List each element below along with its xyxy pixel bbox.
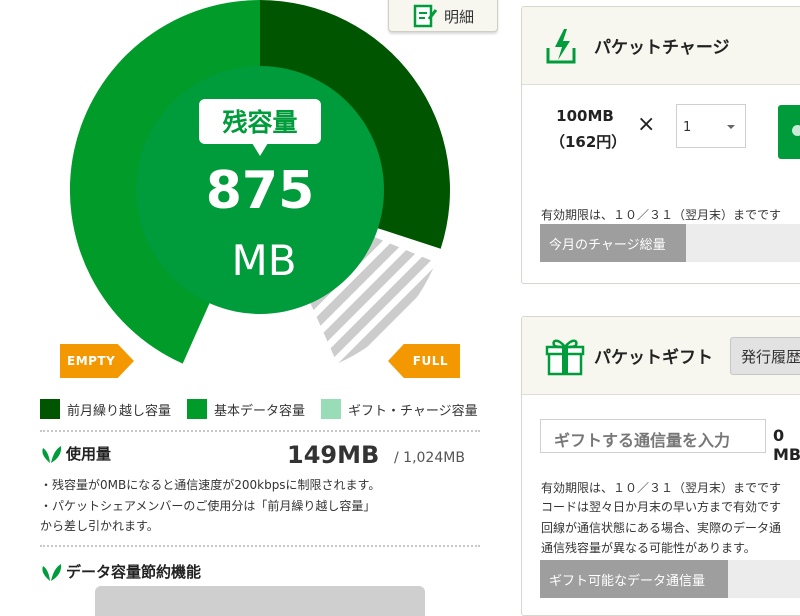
remaining-capacity-gauge: 残容量 875 MB EMPTY FULL [0,0,520,390]
usage-note: から差し引かれます。 [40,519,159,533]
gauge-title: 残容量 [222,108,297,137]
legend-item-basic: 基本データ容量 [187,399,305,419]
saving-section-title: データ容量節約機能 [40,561,201,582]
legend-label: 前月繰り越し容量 [67,403,172,419]
legend-item-gift: ギフト・チャージ容量 [321,399,478,419]
leaf-icon [42,445,62,463]
usage-note: ・パケットシェアメンバーのご使用分は「前月繰り越し容量」 [40,499,376,513]
times-symbol: × [637,112,656,137]
gauge-ring: 残容量 875 MB [69,0,450,364]
legend-swatch [321,399,342,419]
legend-item-carryover: 前月繰り越し容量 [40,399,171,419]
charge-amount-mb: 100MB [556,107,614,125]
charge-total-label: 今月のチャージ総量 [540,224,686,262]
chevron-down-icon [727,125,735,129]
usage-value: 149MB [287,441,380,469]
divider [40,545,480,547]
gift-note: 通信残容量が異なる可能性があります。 [541,541,756,555]
usage-title: 使用量 [66,445,112,463]
gift-available-label: ギフト可能なデータ通信量 [540,560,728,598]
charge-amount: 100MB （162円） [550,103,627,155]
packet-charge-header: パケットチャージ [522,7,800,85]
legend-label: 基本データ容量 [214,403,306,419]
gauge-unit: MB [231,236,296,285]
usage-section-title: 使用量 [40,443,111,464]
gift-icon [545,339,585,375]
charge-apply-button[interactable] [778,105,800,159]
gauge-legend: 前月繰り越し容量 基本データ容量 ギフト・チャージ容量 [40,398,478,420]
gift-note: 回線が通信状態にある場合、実際のデータ通 [541,521,782,535]
charge-amount-price: （162円） [550,133,627,151]
legend-swatch [187,399,208,419]
legend-swatch [40,399,60,419]
history-button[interactable]: 発行履歴 [730,337,800,375]
gift-note: コードは翌々日か月末の早い方まで有効です [541,500,782,514]
charge-quantity-value: 1 [683,120,692,135]
usage-total: / 1,024MB [394,450,465,466]
packet-charge-title: パケットチャージ [594,38,730,58]
charge-total-value [686,224,800,262]
divider [40,430,480,432]
gift-amount-input[interactable]: ギフトする通信量を入力 [540,419,766,453]
gift-amount-unit: 0 MB [773,426,800,464]
gauge-value: 875 [206,161,315,221]
charge-quantity-select[interactable]: 1 [676,104,746,148]
gift-note: 有効期限は、１０／３１（翌月末）までです [541,481,782,495]
charge-expiry-note: 有効期限は、１０／３１（翌月末）までです [541,208,782,222]
saving-toggle[interactable] [95,586,425,616]
saving-title: データ容量節約機能 [66,563,202,581]
leaf-icon [42,563,62,581]
legend-label: ギフト・チャージ容量 [348,403,478,419]
gift-available-value [728,560,800,598]
usage-note: ・残容量が0MBになると通信速度が200kbpsに制限されます。 [40,478,381,492]
button-icon [792,125,800,136]
charge-icon [546,28,576,63]
packet-gift-title: パケットギフト [594,348,713,368]
